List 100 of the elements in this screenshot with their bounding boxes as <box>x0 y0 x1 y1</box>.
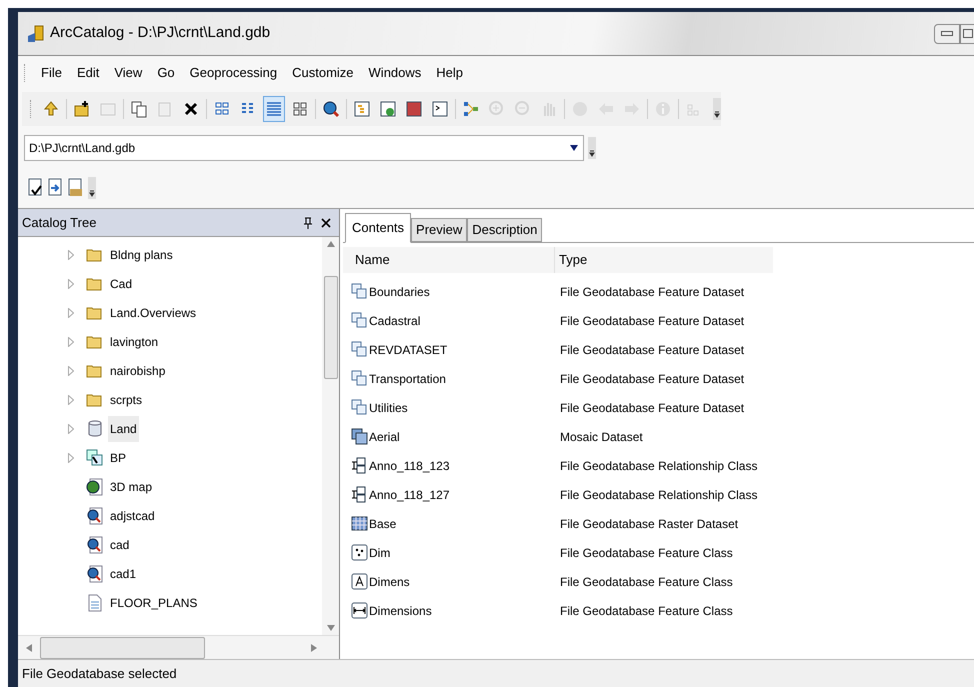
expand-arrow-icon[interactable] <box>68 424 74 434</box>
pin-icon[interactable] <box>303 216 313 228</box>
column-header[interactable]: Type <box>555 247 773 273</box>
table-cell-text: File Geodatabase Feature Class <box>560 574 733 590</box>
tree-item[interactable]: lavington <box>108 328 160 354</box>
panel-title: Catalog Tree <box>22 214 98 232</box>
toolbar-overflow-icon[interactable] <box>88 177 96 199</box>
annotation-icon <box>351 572 369 590</box>
minimize-button[interactable] <box>934 24 960 44</box>
table-cell-text: File Geodatabase Feature Dataset <box>560 312 744 330</box>
expand-arrow-icon[interactable] <box>68 278 74 288</box>
details-view-icon[interactable] <box>263 96 285 122</box>
horizontal-scrollbar[interactable] <box>18 635 339 659</box>
table-cell-text: File Geodatabase Feature Dataset <box>560 284 744 300</box>
expand-arrow-icon[interactable] <box>68 394 74 404</box>
tree-item[interactable]: Bldng plans <box>108 242 175 268</box>
expand-arrow-icon[interactable] <box>68 308 74 318</box>
raster-icon <box>351 514 369 532</box>
tree-item[interactable]: adjstcad <box>108 502 157 528</box>
tab[interactable]: Preview <box>411 218 468 242</box>
item-name[interactable]: Transportation <box>369 370 446 388</box>
tree-item[interactable]: 3D map <box>108 474 154 500</box>
mosaic-icon <box>351 428 369 446</box>
feature-dataset-icon <box>351 312 369 330</box>
toolbar-overflow-icon[interactable] <box>713 98 721 120</box>
map-document-icon <box>86 506 104 524</box>
table-cell-text: File Geodatabase Raster Dataset <box>560 516 738 532</box>
app-icon <box>26 24 46 44</box>
dimension-icon <box>351 602 369 620</box>
database-icon <box>86 420 104 438</box>
window-title: ArcCatalog - D:\PJ\crnt\Land.gdb <box>50 23 270 44</box>
table-cell-text: Mosaic Dataset <box>560 428 643 446</box>
tree-item[interactable]: Land.Overviews <box>108 300 198 326</box>
document-icon <box>86 594 104 612</box>
table-cell-text: File Geodatabase Feature Dataset <box>560 342 744 358</box>
scroll-up-icon[interactable] <box>326 241 334 247</box>
status-text: File Geodatabase selected <box>22 664 177 683</box>
vertical-scrollbar[interactable] <box>322 237 339 635</box>
scroll-right-icon[interactable] <box>311 644 317 652</box>
close-icon[interactable] <box>321 218 331 228</box>
feature-dataset-icon <box>351 340 369 358</box>
menu-item[interactable]: View <box>114 63 142 83</box>
feature-dataset-icon <box>351 398 369 416</box>
expand-arrow-icon[interactable] <box>68 366 74 376</box>
item-name[interactable]: Anno_118_123 <box>369 456 450 474</box>
toolbar-overflow-icon[interactable] <box>588 137 596 159</box>
menu-item[interactable]: Go <box>157 63 175 83</box>
dropdown-icon[interactable] <box>570 145 578 151</box>
tree-item[interactable]: cad1 <box>108 560 138 586</box>
tree-item[interactable]: FLOOR_PLANS <box>108 590 200 616</box>
table-cell-text: File Geodatabase Relationship Class <box>560 486 758 504</box>
table-cell-text: File Geodatabase Feature Class <box>560 544 733 562</box>
expand-arrow-icon[interactable] <box>68 336 74 346</box>
item-name[interactable]: Boundaries <box>369 282 430 300</box>
menu-item[interactable]: Customize <box>292 63 354 83</box>
feature-dataset-icon <box>351 370 369 388</box>
table-cell-text: File Geodatabase Feature Class <box>560 602 733 620</box>
document-import-icon[interactable] <box>48 178 64 198</box>
tree-item[interactable]: scrpts <box>108 386 144 412</box>
table-cell-text: File Geodatabase Feature Dataset <box>560 400 744 416</box>
table-cell-text: File Geodatabase Relationship Class <box>560 458 758 474</box>
menu-item[interactable]: File <box>41 63 62 83</box>
point-feature-icon <box>351 544 369 562</box>
scroll-left-icon[interactable] <box>26 644 32 652</box>
menu-item[interactable]: Windows <box>368 63 422 83</box>
tab[interactable]: Description <box>467 218 542 242</box>
toolbox-icon <box>86 448 104 466</box>
item-name[interactable]: REVDATASET <box>369 340 448 358</box>
menu-item[interactable]: Edit <box>76 63 100 83</box>
expand-arrow-icon[interactable] <box>68 452 74 462</box>
map-document-icon <box>86 536 104 554</box>
tree-item[interactable]: BP <box>108 444 128 470</box>
column-header[interactable]: Name <box>343 247 555 273</box>
item-name[interactable]: Anno_118_127 <box>369 486 450 504</box>
item-name[interactable]: Dimens <box>369 572 410 590</box>
tree-item[interactable]: Cad <box>108 270 134 296</box>
menu-item[interactable]: Geoprocessing <box>190 63 278 83</box>
globe-document-icon <box>86 478 104 496</box>
map-document-icon <box>86 564 104 582</box>
feature-dataset-icon <box>351 282 369 300</box>
maximize-button[interactable] <box>960 24 974 44</box>
tree-item[interactable]: cad <box>108 532 132 558</box>
tree-item[interactable]: nairobishp <box>108 358 168 384</box>
scroll-down-icon[interactable] <box>326 625 334 631</box>
item-name[interactable]: Utilities <box>369 398 408 416</box>
document-check-icon[interactable] <box>28 178 44 198</box>
tab[interactable]: Contents <box>345 213 412 243</box>
document-folder-icon[interactable] <box>68 178 84 198</box>
menu-item[interactable]: Help <box>436 63 464 83</box>
tree-item[interactable]: Land <box>108 416 139 442</box>
item-name[interactable]: Dim <box>369 544 390 562</box>
scrollbar-thumb[interactable] <box>324 276 338 379</box>
expand-arrow-icon[interactable] <box>68 250 74 260</box>
item-name[interactable]: Aerial <box>369 428 400 446</box>
location-field[interactable]: D:\PJ\crnt\Land.gdb <box>24 135 584 161</box>
item-name[interactable]: Base <box>369 514 396 532</box>
scrollbar-thumb[interactable] <box>40 636 205 658</box>
table-cell-text: File Geodatabase Feature Dataset <box>560 370 744 388</box>
item-name[interactable]: Dimensions <box>369 602 432 620</box>
item-name[interactable]: Cadastral <box>369 312 420 330</box>
